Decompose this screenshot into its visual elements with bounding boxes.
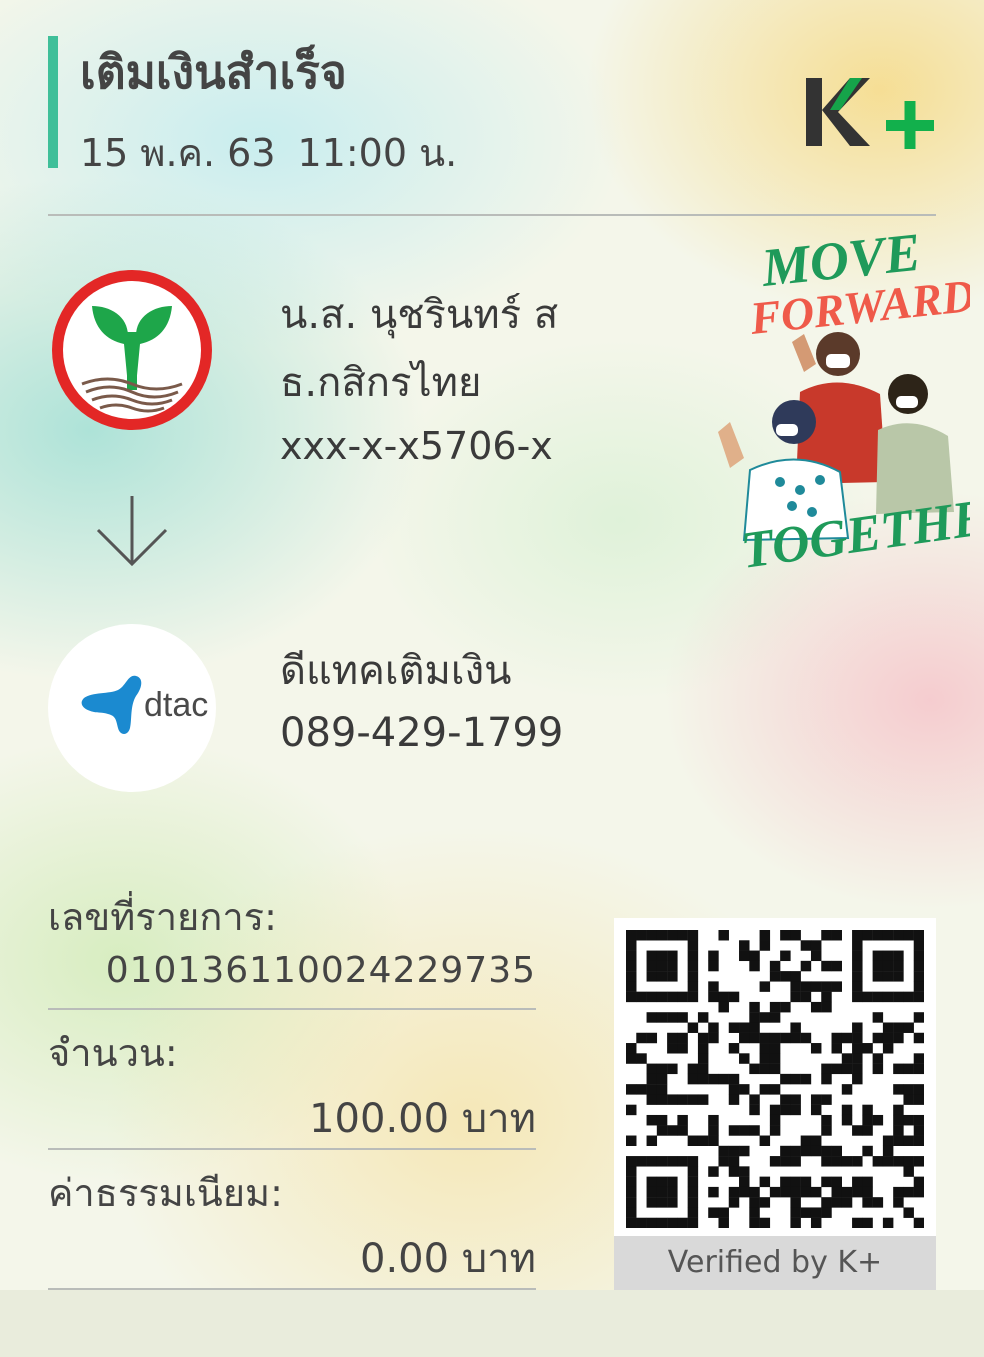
sender-account: xxx-x-x5706-x xyxy=(280,424,553,468)
title-accent-bar xyxy=(48,36,58,168)
kplus-logo: K+ xyxy=(800,70,934,149)
qr-code xyxy=(626,930,924,1228)
reference-divider xyxy=(48,1008,536,1010)
sender-name: น.ส. นุชรินทร์ ส xyxy=(280,292,559,338)
amount-label: จำนวน: xyxy=(48,1031,178,1075)
header-divider xyxy=(48,214,936,216)
transaction-datetime: 15 พ.ค. 63 11:00 น. xyxy=(80,122,457,183)
amount-divider xyxy=(48,1148,536,1150)
kplus-logo-text: K+ xyxy=(800,70,802,71)
sender-bank: ธ.กสิกรไทย xyxy=(280,360,482,406)
arrow-down-icon xyxy=(96,496,168,567)
receiver-name: ดีแทคเติมเงิน xyxy=(280,648,512,694)
page-title: เติมเงินสำเร็จ xyxy=(80,45,347,99)
dtac-logo: dtac xyxy=(48,624,216,792)
kasikorn-bank-logo xyxy=(52,270,212,430)
reference-label: เลขที่รายการ: xyxy=(48,895,277,939)
verification-qr[interactable]: Verified by K+ xyxy=(614,918,936,1290)
transaction-time: 11:00 น. xyxy=(297,131,458,175)
slip-background: เติมเงินสำเร็จ 15 พ.ค. 63 11:00 น. K+ น.ส… xyxy=(0,0,984,1290)
qr-caption: Verified by K+ xyxy=(614,1236,936,1290)
dtac-logo-text: dtac xyxy=(144,686,208,724)
bottom-bar xyxy=(0,1290,984,1357)
transaction-date: 15 พ.ค. 63 xyxy=(80,131,276,175)
fee-value: 0.00 บาท xyxy=(360,1236,536,1282)
reference-value: 010136110024229735 xyxy=(105,950,536,991)
receiver-number: 089-429-1799 xyxy=(280,710,564,756)
move-forward-together-illustration: MOVE FORWARD TOGETHER xyxy=(718,222,970,580)
amount-value: 100.00 บาท xyxy=(309,1096,536,1142)
fee-label: ค่าธรรมเนียม: xyxy=(48,1171,283,1215)
